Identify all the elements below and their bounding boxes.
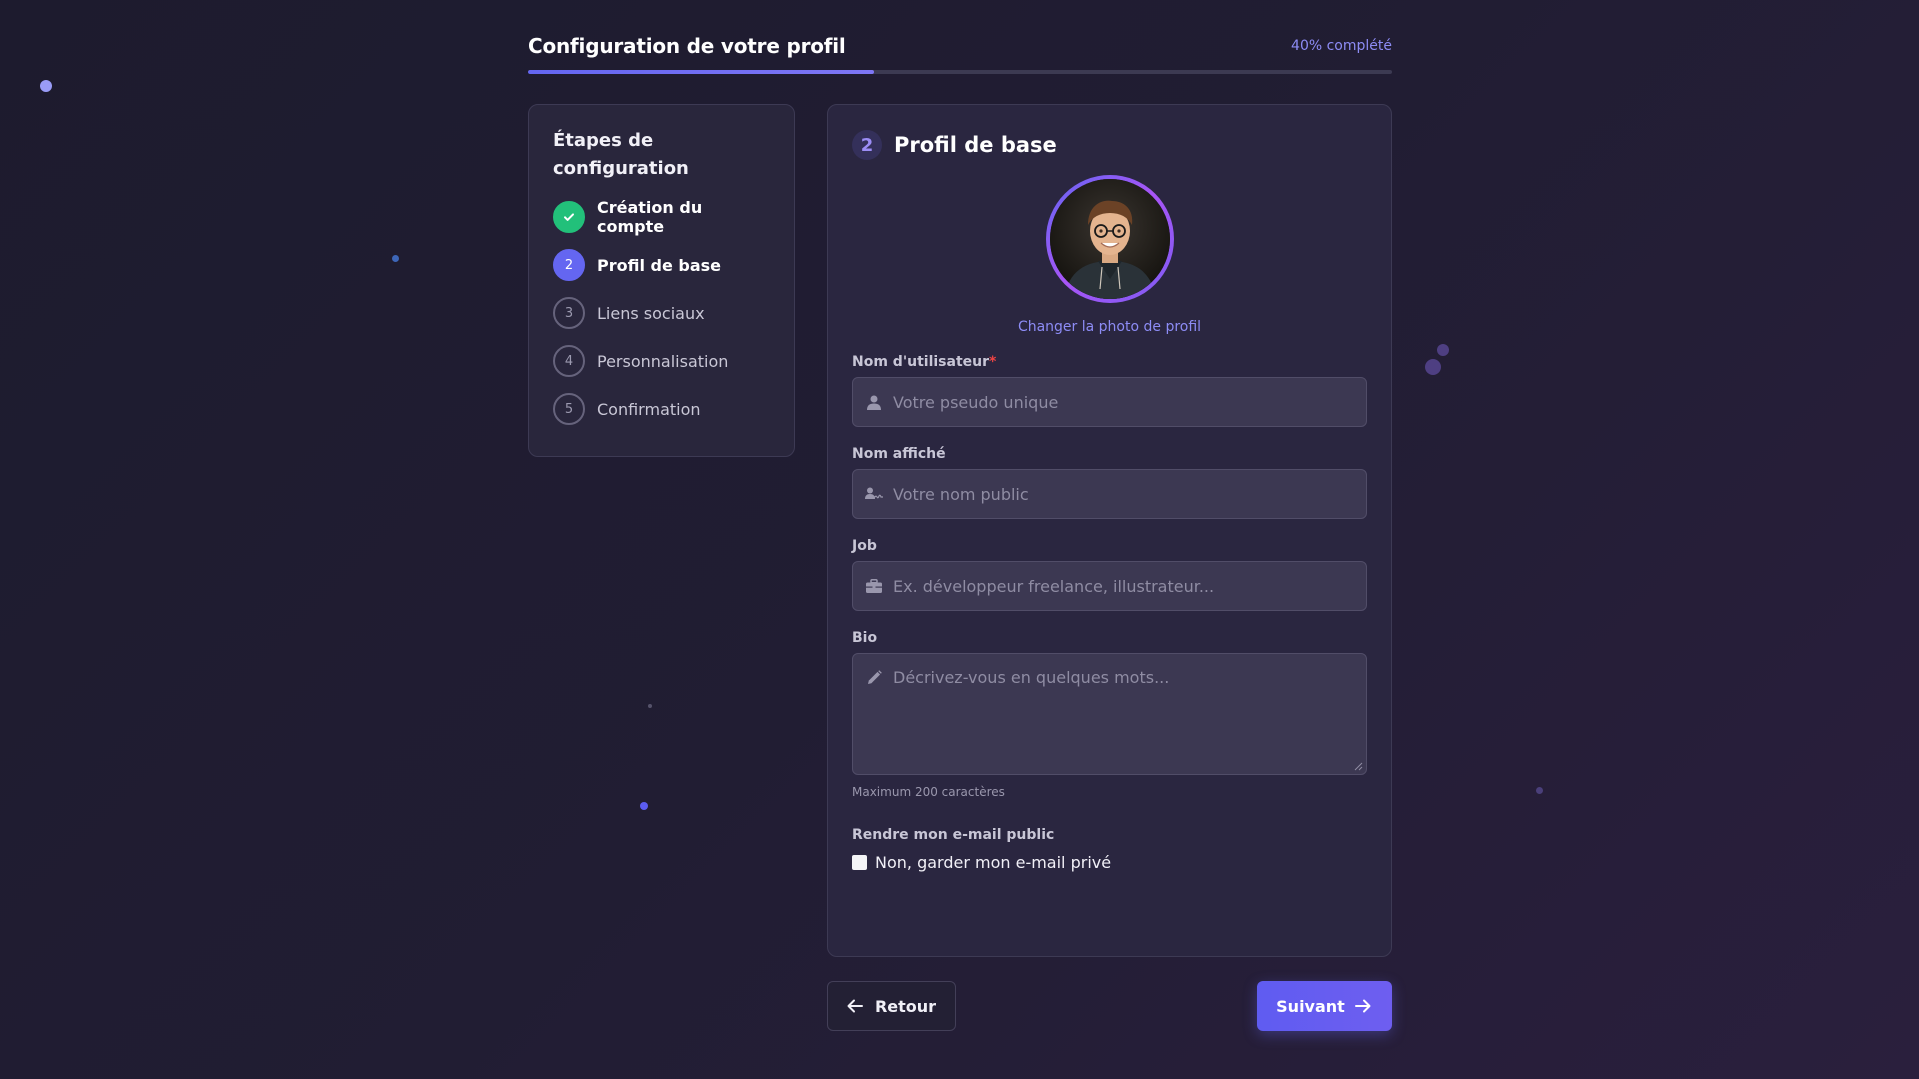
email-public-label: Rendre mon e-mail public bbox=[852, 827, 1055, 843]
form-header: 2 Profil de base bbox=[852, 129, 1367, 161]
step-badge: 2 bbox=[852, 130, 882, 160]
signature-icon bbox=[865, 485, 883, 503]
next-button-label: Suivant bbox=[1276, 996, 1345, 1016]
step-number: 2 bbox=[553, 249, 585, 281]
step-item-social-links[interactable]: 3 Liens sociaux bbox=[553, 297, 770, 329]
email-public-checkbox[interactable] bbox=[852, 855, 867, 870]
email-public-checkbox-label[interactable]: Non, garder mon e-mail privé bbox=[875, 853, 1111, 872]
display-name-field: Nom affiché bbox=[852, 443, 1367, 519]
resize-grip-icon[interactable] bbox=[1353, 761, 1363, 771]
step-label: Personnalisation bbox=[597, 351, 729, 371]
step-label: Confirmation bbox=[597, 399, 701, 419]
form-title: Profil de base bbox=[894, 133, 1057, 157]
decorative-dot bbox=[40, 80, 52, 92]
briefcase-icon bbox=[865, 577, 883, 595]
bio-hint: Maximum 200 caractères bbox=[852, 785, 1005, 799]
job-label: Job bbox=[852, 538, 877, 554]
display-name-input[interactable] bbox=[893, 484, 1366, 504]
avatar-ring[interactable] bbox=[1045, 175, 1174, 303]
step-number: 3 bbox=[553, 297, 585, 329]
decorative-dot bbox=[1437, 344, 1449, 356]
next-button[interactable]: Suivant bbox=[1257, 981, 1392, 1031]
username-input-box[interactable] bbox=[852, 377, 1367, 427]
profile-form-card: 2 Profil de base Changer la photo de pro… bbox=[827, 104, 1392, 957]
job-input-box[interactable] bbox=[852, 561, 1367, 611]
progress-label: 40% complété bbox=[1291, 38, 1392, 54]
decorative-dot bbox=[1536, 787, 1543, 794]
username-field: Nom d'utilisateur* bbox=[852, 351, 1367, 427]
email-public-option[interactable]: Non, garder mon e-mail privé bbox=[852, 853, 1367, 872]
display-name-input-box[interactable] bbox=[852, 469, 1367, 519]
page-title: Configuration de votre profil bbox=[528, 34, 846, 58]
step-label: Création du compte bbox=[597, 198, 703, 236]
step-item-basic-profile[interactable]: 2 Profil de base bbox=[553, 249, 770, 281]
change-photo-link[interactable]: Changer la photo de profil bbox=[1018, 319, 1201, 335]
page-header: Configuration de votre profil 40% complé… bbox=[528, 32, 1392, 74]
job-field: Job bbox=[852, 535, 1367, 611]
username-label: Nom d'utilisateur* bbox=[852, 351, 1367, 373]
step-number: 4 bbox=[553, 345, 585, 377]
arrow-left-icon bbox=[847, 997, 865, 1015]
decorative-dot bbox=[640, 802, 648, 810]
avatar bbox=[1049, 179, 1170, 299]
decorative-dot bbox=[392, 255, 399, 262]
decorative-dot bbox=[1425, 359, 1441, 375]
step-label: Profil de base bbox=[597, 255, 722, 275]
bio-textarea[interactable] bbox=[893, 668, 1366, 764]
step-item-personalization[interactable]: 4 Personnalisation bbox=[553, 345, 770, 377]
arrow-right-icon bbox=[1354, 997, 1373, 1015]
user-icon bbox=[865, 393, 883, 411]
bio-field: Bio Maximum 200 caractères bbox=[852, 627, 1367, 799]
username-label-text: Nom d'utilisateur bbox=[852, 354, 989, 370]
progress-bar bbox=[528, 70, 1392, 74]
step-item-account-creation[interactable]: Création du compte bbox=[553, 198, 770, 236]
display-name-label: Nom affiché bbox=[852, 446, 946, 462]
pencil-icon bbox=[865, 668, 883, 686]
bio-input-box[interactable] bbox=[852, 653, 1367, 775]
steps-panel: Étapes de configuration Création du comp… bbox=[528, 104, 795, 457]
username-input[interactable] bbox=[893, 392, 1366, 412]
job-input[interactable] bbox=[893, 576, 1366, 596]
back-button-label: Retour bbox=[874, 996, 937, 1016]
back-button[interactable]: Retour bbox=[827, 981, 956, 1031]
step-number: 5 bbox=[553, 393, 585, 425]
check-icon bbox=[553, 201, 585, 233]
steps-title: Étapes de configuration bbox=[553, 130, 689, 179]
avatar-section: Changer la photo de profil bbox=[852, 175, 1367, 335]
step-list: Création du compte 2 Profil de base 3 Li… bbox=[553, 198, 770, 425]
progress-bar-fill bbox=[528, 70, 874, 74]
step-item-confirmation[interactable]: 5 Confirmation bbox=[553, 393, 770, 425]
bio-label: Bio bbox=[852, 630, 878, 646]
step-label: Liens sociaux bbox=[597, 303, 705, 323]
decorative-dot bbox=[648, 704, 652, 708]
required-mark: * bbox=[989, 354, 997, 370]
